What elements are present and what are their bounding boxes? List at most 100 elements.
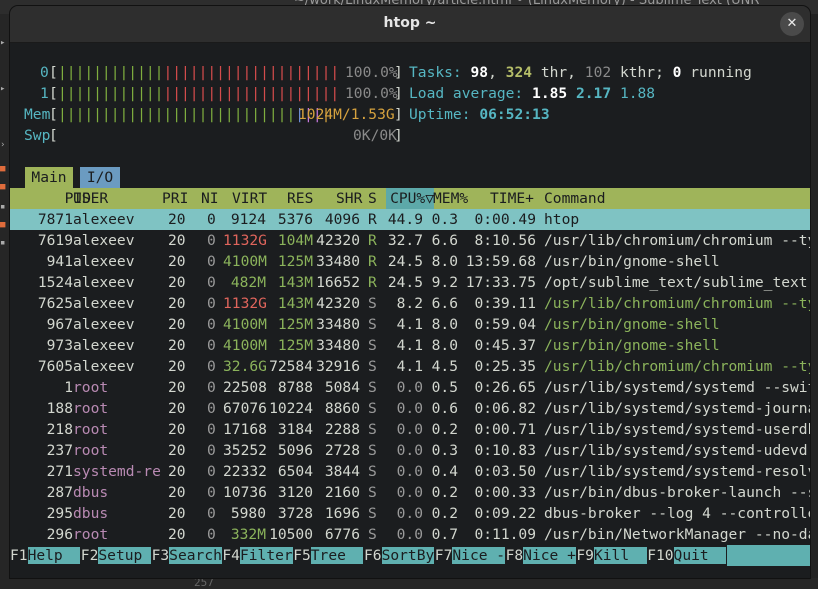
process-row[interactable]: 1 root 20 0 22508 8788 5084 S 0.0 0.5 0:26.65/usr/… xyxy=(10,377,810,398)
cell-pri: 20 xyxy=(168,295,186,312)
function-key-code: F3 xyxy=(151,547,170,564)
cell-s: R xyxy=(368,253,377,270)
function-key-f3[interactable]: F3Search xyxy=(152,545,222,566)
cell-user: alexeev xyxy=(73,358,135,375)
col-res[interactable]: RES xyxy=(287,188,313,209)
process-row[interactable]: 271 systemd-re 20 0 22332 6504 3844 S 0.0 0.4 0:03… xyxy=(10,461,810,482)
cell-virt: 35252 xyxy=(223,442,267,459)
col-shr[interactable]: SHR xyxy=(336,188,362,209)
cell-time: 0:03.50 xyxy=(474,463,536,480)
function-key-code: F7 xyxy=(434,547,453,564)
cell-res: 10500 xyxy=(269,526,313,543)
process-row[interactable]: 973 alexeev 20 0 4100M 125M 33480 S 4.1 8.0 0:45.3… xyxy=(10,335,810,356)
cell-command: /usr/bin/gnome-shell xyxy=(544,337,720,354)
cell-s: S xyxy=(368,337,377,354)
cell-cpu: 32.7 xyxy=(387,232,423,249)
cell-time: 0:00.33 xyxy=(474,484,536,501)
cell-s: S xyxy=(368,484,377,501)
cell-s: S xyxy=(368,442,377,459)
col-command[interactable]: Command xyxy=(544,188,606,209)
cell-mem: 0.2 xyxy=(431,505,458,522)
cell-ni: 0 xyxy=(207,295,216,312)
cell-command: /usr/lib/chromium/chromium --type xyxy=(544,295,810,312)
function-key-f4[interactable]: F4Filter xyxy=(222,545,293,566)
function-key-f9[interactable]: F9Kill xyxy=(576,545,647,566)
close-button[interactable]: ✕ xyxy=(780,12,804,36)
process-row[interactable]: 188 root 20 0 67076 10224 8860 S 0.0 0.6 0:06.82/u… xyxy=(10,398,810,419)
process-row[interactable]: 1524 alexeev 20 0 482M 143M 16652 R 24.5 9.2 17:33… xyxy=(10,272,810,293)
function-key-code: F5 xyxy=(293,547,311,564)
process-row[interactable]: 218 root 20 0 17168 3184 2288 S 0.0 0.2 0:00.71/us… xyxy=(10,419,810,440)
cell-virt: 5980 xyxy=(230,505,266,522)
cpu1-label: 1 xyxy=(40,85,49,102)
cell-cpu: 0.0 xyxy=(396,505,423,522)
cell-pid: 237 xyxy=(46,442,73,459)
cell-mem: 0.5 xyxy=(431,379,458,396)
col-cpu[interactable]: CPU%▽ xyxy=(386,188,434,209)
cell-s: S xyxy=(368,526,377,543)
cell-shr: 2160 xyxy=(324,484,360,501)
cell-s: S xyxy=(368,505,377,522)
function-key-f10[interactable]: F10Quit xyxy=(647,545,727,566)
cell-pid: 941 xyxy=(46,253,73,270)
process-row[interactable]: 287 dbus 20 0 10736 3120 2160 S 0.0 0.2 0:00.33/us… xyxy=(10,482,810,503)
cell-command: /usr/lib/chromium/chromium --type xyxy=(544,232,810,249)
window-titlebar: htop ~ ✕ xyxy=(10,6,810,43)
function-key-code: F10 xyxy=(647,547,674,564)
function-key-f1[interactable]: F1Help xyxy=(10,545,81,566)
function-key-f7[interactable]: F7Nice - xyxy=(434,545,506,566)
cell-res: 125M xyxy=(277,337,313,354)
function-key-f8[interactable]: F8Nice + xyxy=(506,545,576,566)
cell-shr: 33480 xyxy=(316,337,360,354)
process-row[interactable]: 237 root 20 0 35252 5096 2728 S 0.0 0.3 0:10.83/us… xyxy=(10,440,810,461)
cpu1-value: 100.0% xyxy=(345,85,398,102)
col-virt[interactable]: VIRT xyxy=(232,188,267,209)
process-row[interactable]: 967 alexeev 20 0 4100M 125M 33480 S 4.1 8.0 0:59.0… xyxy=(10,314,810,335)
function-key-f6[interactable]: F6SortBy xyxy=(364,545,435,566)
process-row[interactable]: 7871 alexeev 20 0 9124 5376 4096 R 44.9 0.3 0:00.4… xyxy=(10,209,810,230)
cell-pid: 973 xyxy=(46,337,73,354)
cell-virt: 1132G xyxy=(223,295,267,312)
col-s[interactable]: S xyxy=(368,188,377,209)
mem-bar: ||||||||||||||||||||||||||||||| xyxy=(58,106,331,123)
cell-res: 5096 xyxy=(277,442,313,459)
cell-pri: 20 xyxy=(168,442,186,459)
process-row[interactable]: 7619 alexeev 20 0 1132G 104M 42320 R 32.7 6.6 8:10… xyxy=(10,230,810,251)
cell-pri: 20 xyxy=(168,232,186,249)
cell-cpu: 44.9 xyxy=(387,211,423,228)
process-row[interactable]: 7605 alexeev 20 0 32.6G 72584 32916 S 4.1 4.5 0:25… xyxy=(10,356,810,377)
cell-ni: 0 xyxy=(207,484,216,501)
col-ni[interactable]: NI xyxy=(201,188,219,209)
cell-ni: 0 xyxy=(207,211,216,228)
cell-pid: 7871 xyxy=(37,211,73,228)
cell-user: systemd-re xyxy=(73,463,161,480)
col-time[interactable]: TIME+ xyxy=(490,188,534,209)
tab-io[interactable]: I/O xyxy=(80,167,120,188)
cell-cpu: 4.1 xyxy=(396,358,423,375)
cell-command: /usr/lib/systemd/systemd-userdbd xyxy=(544,421,810,438)
function-key-f5[interactable]: F5Tree xyxy=(293,545,364,566)
process-row[interactable]: 295 dbus 20 0 5980 3728 1696 S 0.0 0.2 0:09.22 dbus… xyxy=(10,503,810,524)
cell-mem: 0.4 xyxy=(431,463,458,480)
process-row[interactable]: 7625 alexeev 20 0 1132G 143M 42320 S 8.2 6.6 0:39.… xyxy=(10,293,810,314)
col-pri[interactable]: PRI xyxy=(162,188,188,209)
col-user[interactable]: USER xyxy=(73,188,108,209)
process-row[interactable]: 296 root 20 0 332M 10500 6776 S 0.0 0.7 0:11.09/us… xyxy=(10,524,810,545)
tab-main[interactable]: Main xyxy=(25,167,73,188)
folder-icon: ▸ xyxy=(0,84,6,94)
cell-s: S xyxy=(368,400,377,417)
col-mem[interactable]: MEM% xyxy=(433,188,468,209)
cell-virt: 4100M xyxy=(223,316,267,333)
cell-pri: 20 xyxy=(168,358,186,375)
cell-cpu: 0.0 xyxy=(396,400,423,417)
cell-res: 143M xyxy=(277,295,313,312)
cell-time: 17:33.75 xyxy=(465,274,536,291)
cell-time: 0:00.71 xyxy=(474,421,536,438)
swp-meter: Swp[0K/0K] xyxy=(24,127,403,144)
function-key-f2[interactable]: F2Setup xyxy=(81,545,152,566)
cell-time: 0:00.49 xyxy=(474,211,536,228)
tasks-info: Tasks: 98, 324 thr, 102 kthr; 0 running xyxy=(409,64,752,81)
process-row[interactable]: 941 alexeev 20 0 4100M 125M 33480 R 24.5 8.0 13:59… xyxy=(10,251,810,272)
cpu0-meter: 0[|||||||||||||||||||||||||||||||| 100.0%… xyxy=(40,64,752,81)
function-key-label: Kill xyxy=(593,547,647,564)
